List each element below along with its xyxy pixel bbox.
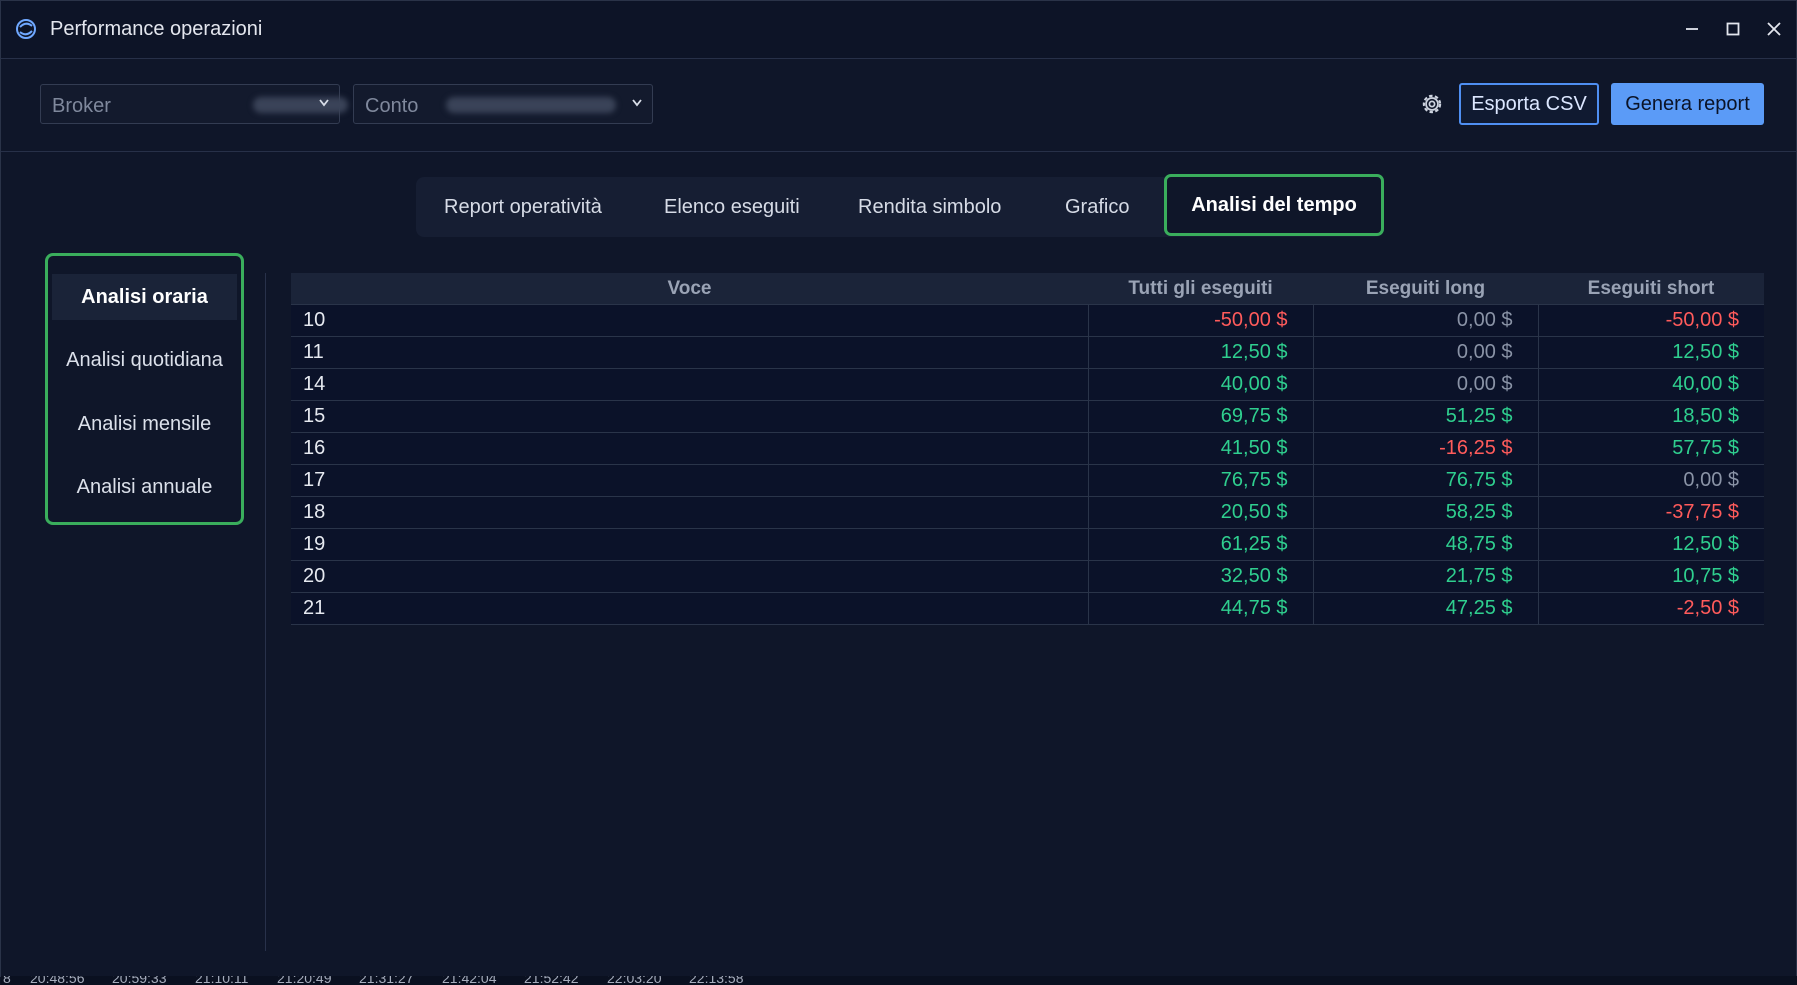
row-hour-cell: 16 (291, 432, 1088, 465)
table-row[interactable]: 16 41,50 $ -16,25 $57,75 $ (291, 432, 1764, 465)
long-trades-cell: 0,00 $ (1312, 304, 1538, 337)
sidebar-item-analisi-quotidiana[interactable]: Analisi quotidiana (52, 337, 237, 383)
short-trades-cell: 12,50 $ (1537, 336, 1764, 369)
row-hour-cell: 10 (291, 304, 1088, 337)
sidebar-item-analisi-mensile[interactable]: Analisi mensile (52, 401, 237, 447)
all-trades-cell: 41,50 $ (1087, 432, 1313, 465)
short-trades-cell: -37,75 $ (1537, 496, 1764, 529)
minimize-button[interactable] (1675, 13, 1709, 45)
long-trades-cell: 51,25 $ (1312, 400, 1538, 433)
all-trades-cell: 61,25 $ (1087, 528, 1313, 561)
column-header-tutti-gli-eseguiti[interactable]: Tutti gli eseguiti (1088, 273, 1313, 305)
all-trades-cell: -50,00 $ (1087, 304, 1313, 337)
all-trades-cell: 44,75 $ (1087, 592, 1313, 625)
broker-select[interactable]: Broker (40, 84, 348, 124)
chevron-down-icon (319, 99, 329, 107)
long-trades-cell: 48,75 $ (1312, 528, 1538, 561)
long-trades-cell: -16,25 $ (1312, 432, 1538, 465)
short-trades-cell: 0,00 $ (1537, 464, 1764, 497)
short-trades-cell: 10,75 $ (1537, 560, 1764, 593)
long-trades-cell: 58,25 $ (1312, 496, 1538, 529)
row-hour-cell: 18 (291, 496, 1088, 529)
account-value-redacted (446, 97, 616, 113)
tab-elenco-eseguiti[interactable]: Elenco eseguiti (664, 177, 800, 237)
minimize-icon (1686, 28, 1698, 30)
sidebar-item-analisi-oraria[interactable]: Analisi oraria (52, 274, 237, 320)
row-hour-cell: 20 (291, 560, 1088, 593)
short-trades-cell: 40,00 $ (1537, 368, 1764, 401)
panel-divider (265, 273, 266, 951)
column-header-eseguiti-short[interactable]: Eseguiti short (1538, 273, 1764, 305)
account-select[interactable]: Conto (353, 84, 653, 124)
table-row[interactable]: 14 40,00 $0,00 $40,00 $ (291, 368, 1764, 401)
broker-value-redacted (253, 97, 348, 113)
row-hour-cell: 14 (291, 368, 1088, 401)
hourly-analysis-table: Voce Tutti gli eseguiti Eseguiti long Es… (291, 273, 1764, 625)
account-label: Conto (365, 95, 419, 117)
row-hour-cell: 15 (291, 400, 1088, 433)
long-trades-cell: 76,75 $ (1312, 464, 1538, 497)
long-trades-cell: 21,75 $ (1312, 560, 1538, 593)
row-hour-cell: 17 (291, 464, 1088, 497)
tab-bar: Report operatività Elenco eseguiti Rendi… (416, 174, 1384, 237)
table-row[interactable]: 19 61,25 $48,75 $12,50 $ (291, 528, 1764, 561)
close-button[interactable] (1757, 13, 1791, 45)
maximize-button[interactable] (1716, 13, 1750, 45)
broker-label: Broker (52, 95, 111, 117)
short-trades-cell: 12,50 $ (1537, 528, 1764, 561)
long-trades-cell: 0,00 $ (1312, 336, 1538, 369)
tab-report-operativita[interactable]: Report operatività (444, 177, 602, 237)
row-hour-cell: 21 (291, 592, 1088, 625)
all-trades-cell: 76,75 $ (1087, 464, 1313, 497)
close-icon (1767, 22, 1781, 36)
export-csv-button[interactable]: Esporta CSV (1459, 83, 1599, 125)
short-trades-cell: -50,00 $ (1537, 304, 1764, 337)
toolbar: Broker Conto Esporta CSV Genera report (1, 59, 1796, 152)
time-analysis-menu: Analisi oraria Analisi quotidiana Analis… (45, 253, 244, 525)
tab-rendita-simbolo[interactable]: Rendita simbolo (858, 177, 1001, 237)
tab-analisi-del-tempo[interactable]: Analisi del tempo (1164, 174, 1384, 236)
table-row[interactable]: 21 44,75 $47,25 $ -2,50 $ (291, 592, 1764, 625)
column-header-voce[interactable]: Voce (291, 273, 1088, 305)
all-trades-cell: 32,50 $ (1087, 560, 1313, 593)
short-trades-cell: 57,75 $ (1537, 432, 1764, 465)
long-trades-cell: 0,00 $ (1312, 368, 1538, 401)
long-trades-cell: 47,25 $ (1312, 592, 1538, 625)
app-window: Performance operazioni Broker Conto Espo… (0, 0, 1797, 985)
gear-icon[interactable] (1419, 91, 1445, 117)
table-row[interactable]: 10 -50,00 $0,00 $ -50,00 $ (291, 304, 1764, 337)
all-trades-cell: 40,00 $ (1087, 368, 1313, 401)
short-trades-cell: -2,50 $ (1537, 592, 1764, 625)
table-row[interactable]: 20 32,50 $21,75 $10,75 $ (291, 560, 1764, 593)
row-hour-cell: 11 (291, 336, 1088, 369)
all-trades-cell: 20,50 $ (1087, 496, 1313, 529)
row-hour-cell: 19 (291, 528, 1088, 561)
table-row[interactable]: 15 69,75 $51,25 $18,50 $ (291, 400, 1764, 433)
all-trades-cell: 69,75 $ (1087, 400, 1313, 433)
title-bar: Performance operazioni (1, 1, 1796, 59)
window-title: Performance operazioni (50, 18, 263, 40)
table-row[interactable]: 17 76,75 $76,75 $0,00 $ (291, 464, 1764, 497)
short-trades-cell: 18,50 $ (1537, 400, 1764, 433)
generate-report-button[interactable]: Genera report (1611, 83, 1764, 125)
table-row[interactable]: 18 20,50 $58,25 $ -37,75 $ (291, 496, 1764, 529)
all-trades-cell: 12,50 $ (1087, 336, 1313, 369)
sidebar-item-analisi-annuale[interactable]: Analisi annuale (52, 464, 237, 510)
table-header-row: Voce Tutti gli eseguiti Eseguiti long Es… (291, 273, 1764, 305)
maximize-icon (1726, 22, 1740, 36)
table-row[interactable]: 11 12,50 $0,00 $12,50 $ (291, 336, 1764, 369)
tab-grafico[interactable]: Grafico (1065, 177, 1129, 237)
column-header-eseguiti-long[interactable]: Eseguiti long (1313, 273, 1538, 305)
chevron-down-icon (632, 99, 642, 107)
app-logo-icon (16, 19, 36, 39)
